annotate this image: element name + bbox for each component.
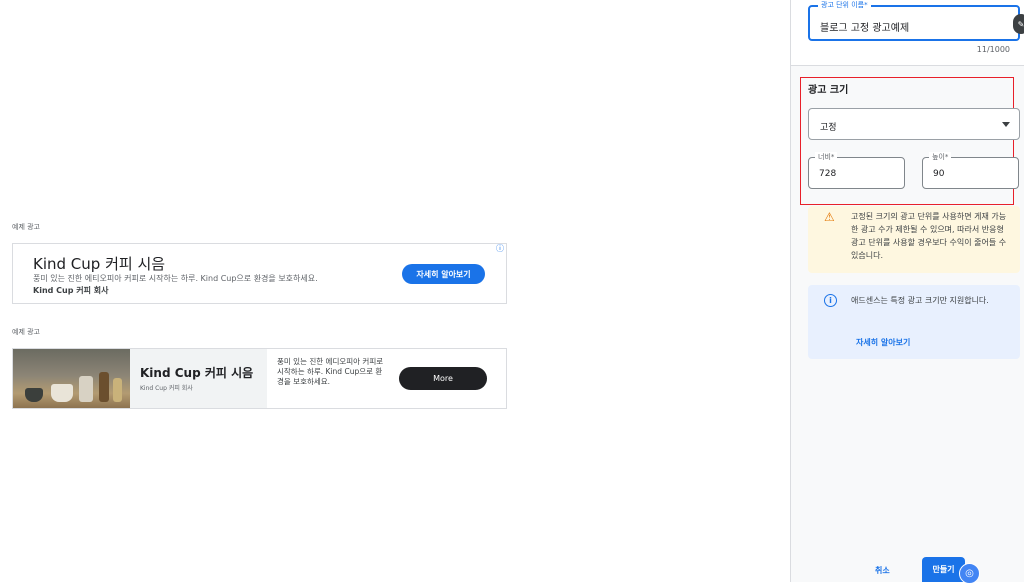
warning-text: 고정된 크기의 광고 단위를 사용하면 게재 가능한 광고 수가 제한될 수 있…	[851, 212, 1007, 260]
learn-more-link[interactable]: 자세히 알아보기	[856, 337, 910, 348]
ad2-description: 풍미 있는 진한 에디오피아 커피로 시작하는 하루. Kind Cup으로 환…	[277, 357, 384, 386]
ad-unit-name-value[interactable]: 블로그 고정 광고예제	[820, 19, 909, 34]
fixed-size-warning: ⚠ 고정된 크기의 광고 단위를 사용하면 게재 가능한 광고 수가 제한될 수…	[808, 206, 1020, 273]
cancel-button[interactable]: 취소	[875, 565, 890, 576]
ad-size-type-value: 고정	[820, 123, 837, 133]
ad1-cta-button[interactable]: 자세히 알아보기	[402, 264, 485, 284]
edit-icon[interactable]: ✎	[1013, 14, 1024, 34]
ad2-cta-button[interactable]: More	[399, 367, 487, 390]
chevron-down-icon	[1002, 122, 1010, 127]
supported-sizes-info: i 애드센스는 특정 광고 크기만 지원합니다. 자세히 알아보기	[808, 285, 1020, 359]
ad2-product-image	[13, 349, 130, 408]
ad2-advertiser: Kind Cup 커피 회사	[140, 385, 193, 392]
settings-panel: 광고 단위 이름* 블로그 고정 광고예제 ✎ 11/1000 광고 크기 고정…	[790, 0, 1024, 584]
ad1-caption: 예제 광고	[12, 223, 40, 231]
ad-info-icon[interactable]: ⓘ	[496, 243, 504, 254]
ad2-title: Kind Cup 커피 시음	[140, 366, 254, 380]
ad-preview-area: 예제 광고 Kind Cup 커피 시음 풍미 있는 진한 에티오피아 커피로 …	[0, 0, 790, 582]
ad-size-section: 광고 크기 고정 너비* 728 높이* 90	[800, 77, 1020, 205]
help-fab-icon[interactable]: ◎	[959, 563, 980, 584]
width-label: 너비*	[815, 152, 838, 162]
ad1-advertiser: Kind Cup 커피 회사	[33, 286, 109, 295]
ad-size-type-select[interactable]: 고정	[808, 108, 1020, 140]
ad1-title: Kind Cup 커피 시음	[33, 255, 166, 273]
sample-ad-text: Kind Cup 커피 시음 풍미 있는 진한 에티오피아 커피로 시작하는 하…	[12, 243, 507, 304]
char-counter: 11/1000	[976, 45, 1010, 54]
ad-unit-name-section: 광고 단위 이름* 블로그 고정 광고예제 ✎ 11/1000	[791, 0, 1024, 66]
info-icon: i	[824, 294, 837, 307]
width-value[interactable]: 728	[819, 169, 836, 179]
ad1-description: 풍미 있는 진한 에티오피아 커피로 시작하는 하루. Kind Cup으로 환…	[33, 274, 318, 283]
ad2-title-panel: Kind Cup 커피 시음 Kind Cup 커피 회사	[130, 349, 267, 408]
width-field[interactable]: 너비* 728	[808, 152, 905, 189]
sample-ad-image: Kind Cup 커피 시음 Kind Cup 커피 회사 풍미 있는 진한 에…	[12, 348, 507, 409]
ad-size-title: 광고 크기	[808, 85, 849, 96]
ad2-caption: 예제 광고	[12, 328, 40, 336]
height-field[interactable]: 높이* 90	[922, 152, 1019, 189]
warning-icon: ⚠	[824, 210, 835, 224]
ad-unit-name-field[interactable]: 광고 단위 이름* 블로그 고정 광고예제	[808, 0, 1020, 41]
height-value[interactable]: 90	[933, 169, 944, 179]
ad-unit-name-label: 광고 단위 이름*	[818, 0, 871, 10]
info-text: 애드센스는 특정 광고 크기만 지원합니다.	[851, 296, 989, 305]
height-label: 높이*	[929, 152, 952, 162]
